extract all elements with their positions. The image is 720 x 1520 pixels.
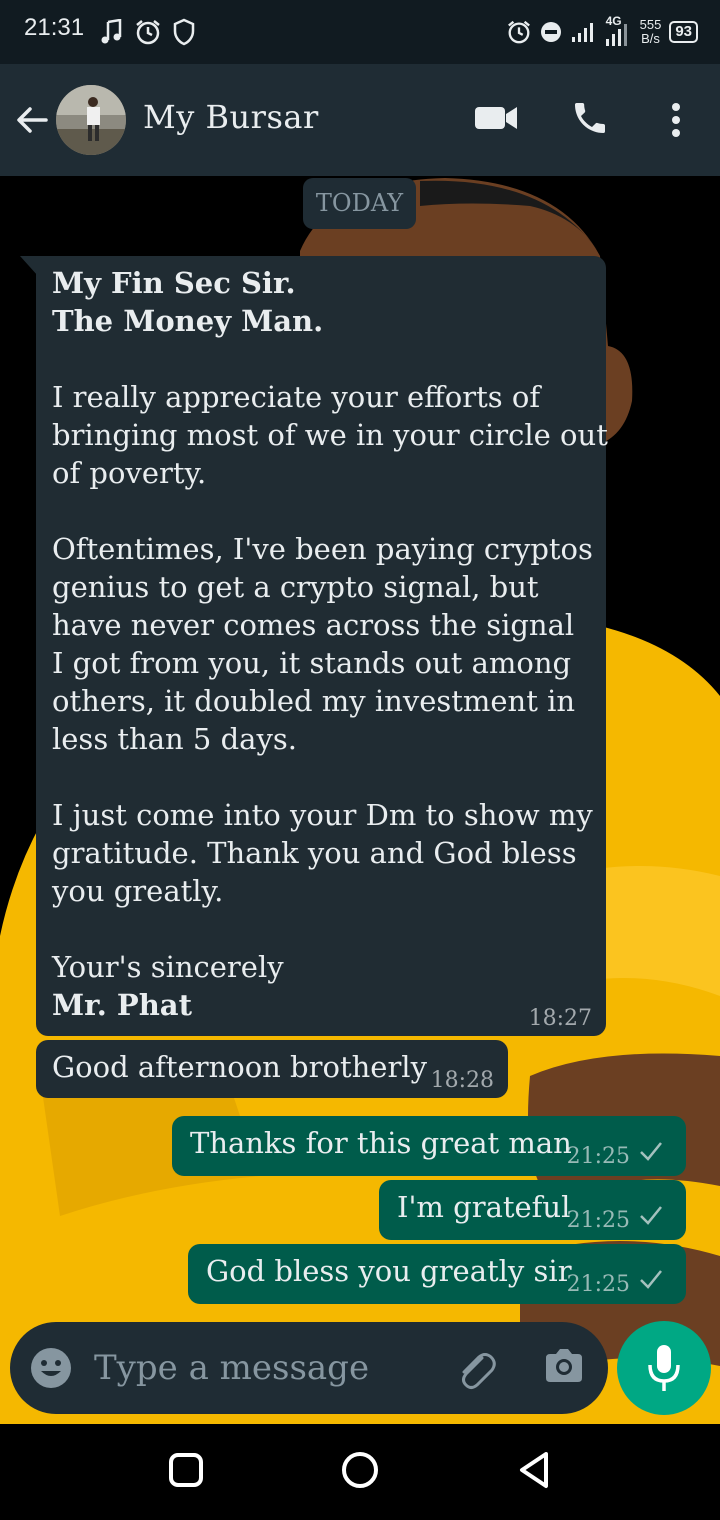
network-4g-icon: 4G <box>602 14 632 47</box>
message-text: Thanks for this great man <box>190 1126 572 1160</box>
message-text: genius to get a crypto signal, but <box>52 570 539 604</box>
message-text: God bless you greatly sir <box>206 1254 572 1288</box>
message-time: 18:28 <box>430 1068 494 1093</box>
bubble-tail <box>20 256 38 276</box>
avatar[interactable] <box>56 85 126 155</box>
phone-icon[interactable] <box>570 98 610 138</box>
mic-button[interactable] <box>617 1321 711 1415</box>
message-time: 18:27 <box>528 1006 592 1031</box>
chat-header: My Bursar <box>0 64 720 176</box>
do-not-disturb-icon <box>540 22 561 42</box>
message-text: you greatly. <box>52 874 224 908</box>
message-text: I got from you, it stands out among <box>52 646 572 680</box>
message-composer <box>10 1322 608 1414</box>
message-text: bringing most of we in your circle out <box>52 418 608 452</box>
shield-icon <box>173 18 195 46</box>
net-speed: 555 B/s <box>640 18 662 46</box>
back-arrow-icon[interactable] <box>12 100 52 140</box>
message-bubble-outgoing[interactable]: God bless you greatly sir 21:25 <box>188 1244 686 1304</box>
date-chip: TODAY <box>303 178 416 229</box>
emoji-icon[interactable] <box>30 1347 72 1389</box>
battery-level: 93 <box>675 23 692 40</box>
message-text: have never comes across the signal <box>52 608 575 642</box>
message-text: Good afternoon brotherly <box>52 1050 427 1084</box>
avatar-image <box>56 85 126 155</box>
signal-icon <box>571 23 593 42</box>
message-time: 21:25 <box>566 1208 630 1233</box>
more-options-icon[interactable] <box>662 100 690 140</box>
message-text: gratitude. Thank you and God bless <box>52 836 577 870</box>
status-icons-right: 4G 555 B/s 93 <box>506 14 698 50</box>
message-input[interactable] <box>94 1344 424 1392</box>
message-text: I really appreciate your efforts of <box>52 380 541 414</box>
message-text: I just come into your Dm to show my <box>52 798 593 832</box>
battery-icon: 93 <box>669 21 698 43</box>
status-time: 21:31 <box>24 14 85 41</box>
status-icons-left <box>100 17 196 47</box>
contact-name[interactable]: My Bursar <box>143 98 319 136</box>
mic-icon <box>648 1345 680 1391</box>
message-time: 21:25 <box>566 1272 630 1297</box>
message-text: My Fin Sec Sir. <box>52 266 296 300</box>
message-text: Your's sincerely <box>52 950 284 984</box>
system-nav-bar <box>0 1424 720 1520</box>
message-bubble-incoming[interactable]: Good afternoon brotherly 18:28 <box>36 1040 508 1098</box>
net-speed-value: 555 <box>639 17 662 32</box>
music-note-icon <box>101 19 122 44</box>
message-time: 21:25 <box>566 1144 630 1169</box>
home-icon[interactable] <box>340 1450 380 1490</box>
sent-check-icon <box>640 1206 662 1225</box>
net-speed-unit: B/s <box>641 31 660 46</box>
recents-icon[interactable] <box>168 1452 204 1488</box>
message-text: Mr. Phat <box>52 988 192 1022</box>
message-text: I'm grateful <box>397 1190 571 1224</box>
message-text: Oftentimes, I've been paying cryptos <box>52 532 593 566</box>
message-bubble-outgoing[interactable]: Thanks for this great man 21:25 <box>172 1116 686 1176</box>
status-bar: 21:31 4G 555 B/s 93 <box>0 0 720 64</box>
message-bubble-outgoing[interactable]: I'm grateful 21:25 <box>379 1180 686 1240</box>
sent-check-icon <box>640 1270 662 1289</box>
camera-icon[interactable] <box>542 1344 586 1388</box>
message-text: of poverty. <box>52 456 207 490</box>
message-text: less than 5 days. <box>52 722 297 756</box>
alarm-icon <box>507 20 530 44</box>
message-bubble-incoming[interactable]: My Fin Sec Sir. The Money Man. I really … <box>20 256 608 1036</box>
alarm-icon <box>136 20 160 45</box>
attach-icon[interactable] <box>452 1344 500 1392</box>
chat-area[interactable]: TODAY My Fin Sec Sir. The Money Man. I r… <box>0 176 720 1424</box>
message-text: The Money Man. <box>52 304 324 338</box>
sent-check-icon <box>640 1142 662 1161</box>
message-text: others, it doubled my investment in <box>52 684 576 718</box>
video-call-icon[interactable] <box>474 102 518 134</box>
back-icon[interactable] <box>516 1450 552 1490</box>
